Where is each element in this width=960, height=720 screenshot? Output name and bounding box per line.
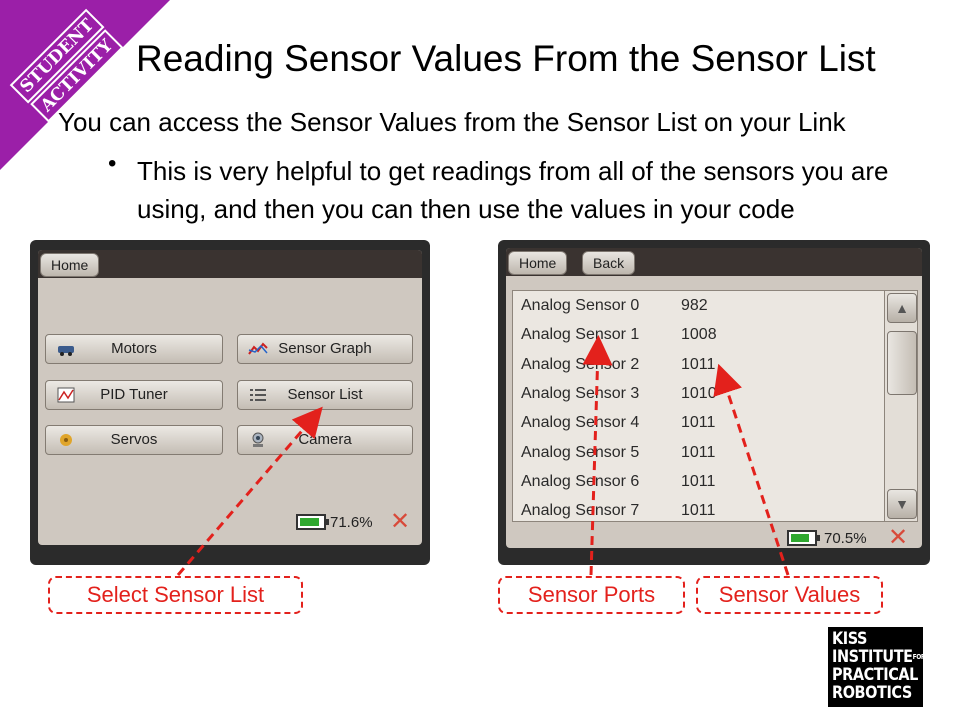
kiss-institute-logo: KISS INSTITUTEFOR PRACTICAL ROBOTICS bbox=[828, 627, 926, 707]
arrow-to-sensor-ports bbox=[582, 335, 613, 576]
arrow-to-sensor-list bbox=[176, 406, 323, 576]
arrow-to-sensor-values bbox=[713, 363, 790, 576]
logo-line-4: ROBOTICS bbox=[832, 683, 912, 703]
callout-arrows bbox=[176, 335, 790, 576]
logo-line-1: KISS bbox=[832, 629, 868, 649]
logo-line-2: INSTITUTE bbox=[832, 647, 913, 667]
logo-line-3: PRACTICAL bbox=[832, 665, 918, 685]
logo-for: FOR bbox=[912, 653, 926, 661]
